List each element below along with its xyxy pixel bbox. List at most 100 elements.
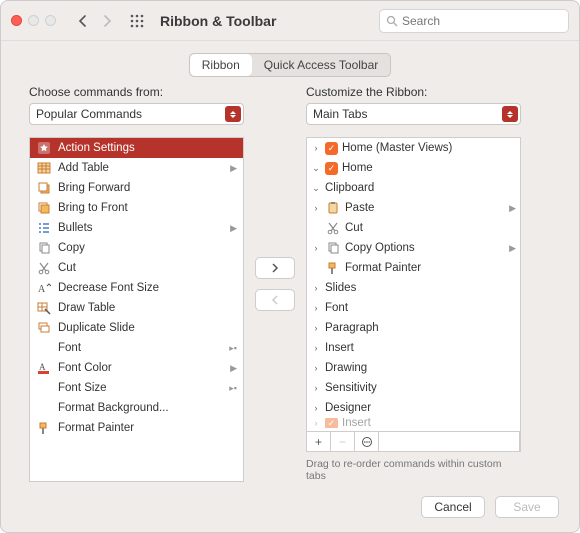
- command-item[interactable]: ADecrease Font Size: [30, 278, 243, 298]
- cancel-button[interactable]: Cancel: [421, 496, 485, 518]
- ribbon-group-node[interactable]: ›Paragraph: [307, 318, 520, 338]
- command-item[interactable]: AFont Color▶: [30, 358, 243, 378]
- zoom-icon[interactable]: [45, 15, 56, 26]
- disclosure-icon[interactable]: ⌄: [311, 183, 321, 194]
- stepper-icon: [502, 106, 518, 122]
- cut-icon: [325, 220, 341, 236]
- checkbox-icon[interactable]: ✓: [325, 162, 338, 175]
- commands-source-select[interactable]: Popular Commands: [29, 103, 244, 125]
- disclosure-icon[interactable]: ›: [311, 143, 321, 153]
- command-item[interactable]: Action Settings: [30, 138, 243, 158]
- command-label: Format Background...: [58, 402, 169, 414]
- node-label: Drawing: [325, 362, 367, 374]
- disclosure-icon[interactable]: ›: [311, 418, 321, 428]
- ribbon-tab-node[interactable]: › ✓ Home (Master Views): [307, 138, 520, 158]
- ribbon-group-node[interactable]: › Drawing: [307, 358, 520, 378]
- ribbon-scope-select[interactable]: Main Tabs: [306, 103, 521, 125]
- add-command-button[interactable]: [255, 257, 295, 279]
- remove-tab-button[interactable]: −: [331, 432, 355, 451]
- svg-text:A: A: [38, 284, 46, 295]
- node-label: Home (Master Views): [342, 142, 452, 154]
- command-label: Duplicate Slide: [58, 322, 135, 334]
- command-label: Font: [58, 342, 81, 354]
- settings-button[interactable]: [355, 432, 379, 451]
- disclosure-icon[interactable]: ›: [311, 323, 321, 333]
- disclosure-icon[interactable]: ›: [311, 203, 321, 213]
- ribbon-command-node[interactable]: ›Paste▶: [307, 198, 520, 218]
- command-item[interactable]: Add Table▶: [30, 158, 243, 178]
- search-input[interactable]: [402, 14, 562, 28]
- command-item[interactable]: Draw Table: [30, 298, 243, 318]
- node-label: Format Painter: [345, 262, 421, 274]
- blank-icon: [36, 340, 52, 356]
- command-item[interactable]: Format Background...: [30, 398, 243, 418]
- ribbon-command-node[interactable]: Cut: [307, 218, 520, 238]
- ribbon-group-node[interactable]: ⌄Clipboard: [307, 178, 520, 198]
- command-item[interactable]: Font Size▸▪: [30, 378, 243, 398]
- window-title: Ribbon & Toolbar: [160, 13, 276, 29]
- remove-command-button[interactable]: [255, 289, 295, 311]
- ribbon-group-node[interactable]: ›Slides: [307, 278, 520, 298]
- ribbon-command-node[interactable]: Format Painter: [307, 258, 520, 278]
- ribbon-tab-node[interactable]: ›✓Insert: [307, 418, 520, 428]
- add-tab-button[interactable]: +: [307, 432, 331, 451]
- ribbon-tree[interactable]: ›✓Home (Master Views)⌄✓Home⌄Clipboard›Pa…: [306, 137, 521, 452]
- command-item[interactable]: Font ▸▪: [30, 338, 243, 358]
- chevron-right-icon: ▶: [509, 243, 516, 254]
- chevron-right-icon: ▸▪: [229, 383, 237, 394]
- search-icon: [386, 15, 398, 27]
- command-label: Format Painter: [58, 422, 134, 434]
- command-label: Font Color: [58, 362, 112, 374]
- painter-icon: [325, 260, 341, 276]
- checkbox-icon[interactable]: ✓: [325, 142, 338, 155]
- commands-column: Choose commands from: Popular Commands A…: [29, 85, 244, 482]
- minimize-icon[interactable]: [28, 15, 39, 26]
- disclosure-icon[interactable]: ›: [311, 363, 321, 373]
- copy-icon: [325, 240, 341, 256]
- command-item[interactable]: Copy: [30, 238, 243, 258]
- disclosure-icon[interactable]: ›: [311, 303, 321, 313]
- ribbon-tab-node[interactable]: ⌄✓Home: [307, 158, 520, 178]
- ribbon-command-node[interactable]: ›Copy Options▶: [307, 238, 520, 258]
- disclosure-icon[interactable]: ›: [311, 283, 321, 293]
- command-label: Draw Table: [58, 302, 115, 314]
- ribbon-group-node[interactable]: ›Insert: [307, 338, 520, 358]
- disclosure-icon[interactable]: ›: [311, 383, 321, 393]
- save-button[interactable]: Save: [495, 496, 559, 518]
- command-item[interactable]: Duplicate Slide: [30, 318, 243, 338]
- tab-quick-access[interactable]: Quick Access Toolbar: [252, 54, 391, 76]
- ribbon-group-node[interactable]: › Designer: [307, 398, 520, 418]
- chevron-right-icon: ▶: [509, 203, 516, 214]
- ribbon-group-node[interactable]: ›Sensitivity: [307, 378, 520, 398]
- command-item[interactable]: Bring Forward: [30, 178, 243, 198]
- command-label: Bring Forward: [58, 182, 130, 194]
- show-all-button[interactable]: [126, 10, 148, 32]
- command-item[interactable]: Format Painter: [30, 418, 243, 438]
- paste-icon: [325, 200, 341, 216]
- disclosure-icon[interactable]: ⌄: [311, 163, 321, 174]
- command-item[interactable]: Bullets▶: [30, 218, 243, 238]
- stepper-icon: [225, 106, 241, 122]
- command-label: Bring to Front: [58, 202, 128, 214]
- commands-label: Choose commands from:: [29, 85, 244, 99]
- disclosure-icon[interactable]: ›: [311, 243, 321, 253]
- bullets-icon: [36, 220, 52, 236]
- command-label: Copy: [58, 242, 85, 254]
- chevron-right-icon: ▶: [230, 163, 237, 174]
- commands-list[interactable]: Action SettingsAdd Table▶ Bring Forward Br…: [29, 137, 244, 482]
- back-button[interactable]: [72, 10, 94, 32]
- command-item[interactable]: Cut: [30, 258, 243, 278]
- close-icon[interactable]: [11, 15, 22, 26]
- ribbon-group-node[interactable]: ›Font: [307, 298, 520, 318]
- copy-icon: [36, 240, 52, 256]
- chevron-right-icon: ▸▪: [229, 343, 237, 354]
- command-item[interactable]: Bring to Front: [30, 198, 243, 218]
- disclosure-icon[interactable]: ›: [311, 343, 321, 353]
- node-label: Designer: [325, 402, 371, 414]
- search-field[interactable]: [379, 9, 569, 33]
- forward-button[interactable]: [96, 10, 118, 32]
- disclosure-icon[interactable]: ›: [311, 403, 321, 413]
- tab-ribbon[interactable]: Ribbon: [190, 54, 252, 76]
- checkbox-icon[interactable]: ✓: [325, 418, 338, 428]
- table-icon: [36, 160, 52, 176]
